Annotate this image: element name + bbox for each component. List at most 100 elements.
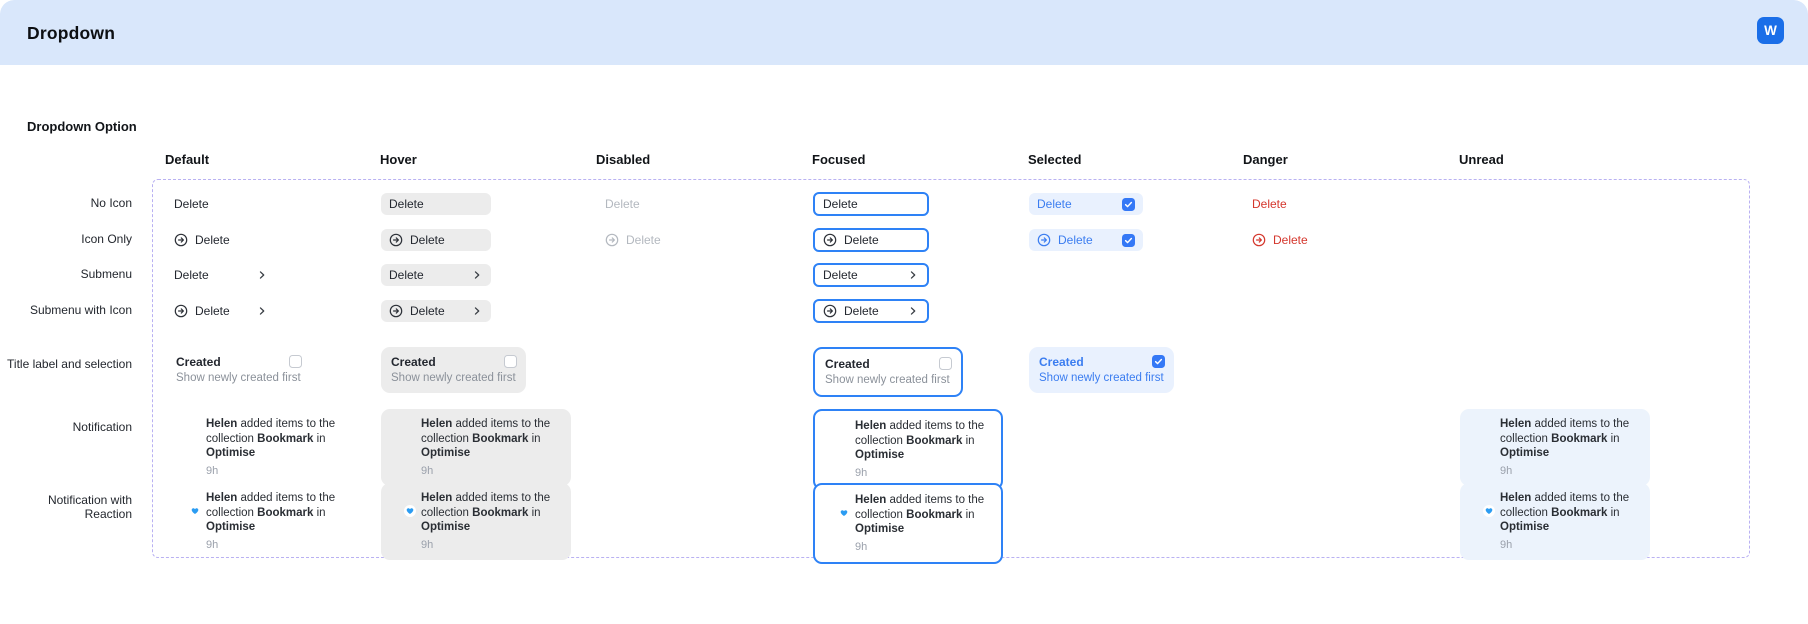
heart-reaction-icon [189, 505, 201, 517]
notification-text: Helen added items to the collection Book… [1500, 491, 1642, 552]
avatar [389, 491, 416, 517]
notification-reaction-unread[interactable]: Helen added items to the collection Book… [1460, 483, 1650, 560]
option-subtitle: Show newly created first [391, 372, 516, 384]
arrow-right-circle-icon [1037, 233, 1051, 247]
notification-text: Helen added items to the collection Book… [206, 417, 348, 478]
title-selection-focused[interactable]: Created Show newly created first [813, 347, 963, 397]
menu-item-no-icon-default[interactable]: Delete [166, 193, 276, 215]
notification-time: 9h [206, 464, 219, 477]
row-label-icon-only: Icon Only [81, 232, 132, 246]
option-title: Created [391, 355, 436, 369]
heart-reaction-icon [838, 507, 850, 519]
page-title: Dropdown [27, 23, 116, 43]
checkbox-unchecked[interactable] [289, 355, 302, 368]
avatar [1468, 417, 1492, 441]
avatar [823, 493, 850, 519]
logo-letter: W [1764, 23, 1777, 38]
chevron-right-icon [907, 305, 919, 317]
notification-time: 9h [421, 464, 434, 477]
notification-unread[interactable]: Helen added items to the collection Book… [1460, 409, 1650, 486]
menu-item-label: Delete [605, 197, 640, 211]
checkbox-checked[interactable] [1122, 197, 1135, 211]
menu-item-no-icon-selected[interactable]: Delete [1029, 193, 1143, 215]
arrow-right-circle-icon [174, 233, 188, 247]
notification-reaction-hover[interactable]: Helen added items to the collection Book… [381, 483, 571, 560]
menu-item-submenu-default[interactable]: Delete [166, 264, 276, 286]
row-label-notification-reaction: Notification with Reaction [47, 493, 132, 521]
arrow-right-circle-icon [823, 304, 837, 318]
menu-item-icon-focused[interactable]: Delete [813, 228, 929, 252]
menu-item-submenu-icon-hover[interactable]: Delete [381, 300, 491, 322]
section-label: Dropdown Option [27, 119, 137, 134]
column-header-unread: Unread [1459, 152, 1504, 167]
notification-time: 9h [855, 540, 868, 553]
arrow-right-circle-icon [389, 304, 403, 318]
menu-item-icon-hover[interactable]: Delete [381, 229, 491, 251]
menu-item-label: Delete [823, 197, 858, 211]
arrow-right-circle-icon [823, 233, 837, 247]
menu-item-submenu-icon-focused[interactable]: Delete [813, 299, 929, 323]
menu-item-label: Delete [844, 233, 879, 247]
notification-text: Helen added items to the collection Book… [421, 491, 563, 552]
dropdown-showcase-page: Dropdown W Dropdown Option Default Hover… [0, 0, 1808, 624]
menu-item-submenu-focused[interactable]: Delete [813, 263, 929, 287]
notification-text: Helen added items to the collection Book… [855, 493, 993, 554]
heart-reaction-icon [1483, 505, 1495, 517]
notification-hover[interactable]: Helen added items to the collection Book… [381, 409, 571, 486]
menu-item-no-icon-hover[interactable]: Delete [381, 193, 491, 215]
chevron-right-icon [471, 305, 483, 317]
avatar [174, 491, 201, 517]
option-title: Created [825, 357, 870, 371]
menu-item-icon-danger[interactable]: Delete [1244, 229, 1354, 251]
checkbox-checked[interactable] [1122, 233, 1135, 247]
menu-item-submenu-hover[interactable]: Delete [381, 264, 491, 286]
notification-default[interactable]: Helen added items to the collection Book… [166, 409, 356, 486]
w-logo-icon: W [1757, 17, 1784, 44]
avatar [174, 417, 198, 441]
notification-text: Helen added items to the collection Book… [1500, 417, 1642, 478]
checkbox-unchecked[interactable] [939, 357, 952, 370]
menu-item-label: Delete [195, 304, 230, 318]
menu-item-label: Delete [1037, 197, 1072, 211]
notification-reaction-default[interactable]: Helen added items to the collection Book… [166, 483, 356, 560]
header-band [0, 0, 1808, 65]
row-label-no-icon: No Icon [90, 196, 132, 210]
menu-item-no-icon-danger[interactable]: Delete [1244, 193, 1354, 215]
column-header-danger: Danger [1243, 152, 1288, 167]
menu-item-label: Delete [389, 268, 424, 282]
menu-item-label: Delete [389, 197, 424, 211]
checkbox-checked[interactable] [1152, 355, 1165, 368]
menu-item-submenu-icon-default[interactable]: Delete [166, 300, 276, 322]
component-canvas: Delete Delete Delete Delete Created Show… [152, 179, 1750, 564]
notification-time: 9h [421, 538, 434, 551]
notification-text: Helen added items to the collection Book… [206, 491, 348, 552]
row-label-submenu: Submenu [80, 267, 132, 281]
menu-item-icon-default[interactable]: Delete [166, 229, 276, 251]
column-header-disabled: Disabled [596, 152, 651, 167]
option-title: Created [176, 355, 221, 369]
menu-item-icon-selected[interactable]: Delete [1029, 229, 1143, 251]
arrow-right-circle-icon [389, 233, 403, 247]
chevron-right-icon [256, 269, 268, 281]
avatar [823, 419, 847, 443]
notification-focused[interactable]: Helen added items to the collection Book… [813, 409, 1003, 490]
notification-text: Helen added items to the collection Book… [421, 417, 563, 478]
chevron-right-icon [256, 305, 268, 317]
notification-reaction-focused[interactable]: Helen added items to the collection Book… [813, 483, 1003, 564]
title-selection-selected[interactable]: Created Show newly created first [1029, 347, 1174, 393]
arrow-right-circle-icon [605, 233, 619, 247]
menu-item-label: Delete [844, 304, 879, 318]
avatar [389, 417, 413, 441]
title-selection-hover[interactable]: Created Show newly created first [381, 347, 526, 393]
menu-item-label: Delete [174, 197, 209, 211]
column-header-selected: Selected [1028, 152, 1082, 167]
notification-time: 9h [1500, 464, 1513, 477]
menu-item-no-icon-focused[interactable]: Delete [813, 192, 929, 216]
row-label-notification: Notification [72, 420, 132, 434]
checkbox-unchecked[interactable] [504, 355, 517, 368]
option-subtitle: Show newly created first [825, 374, 950, 386]
title-selection-default[interactable]: Created Show newly created first [166, 347, 311, 393]
menu-item-label: Delete [174, 268, 209, 282]
avatar [1468, 491, 1495, 517]
menu-item-label: Delete [1252, 197, 1287, 211]
